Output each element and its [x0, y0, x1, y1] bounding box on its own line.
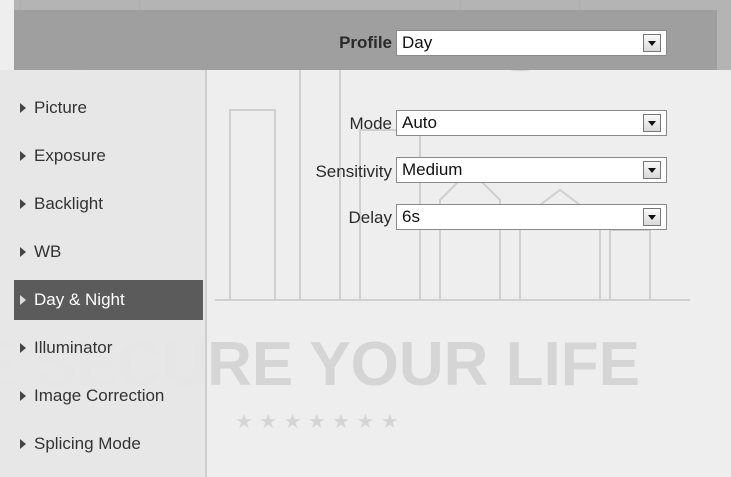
sidebar-item-label: Picture: [34, 98, 87, 117]
sidebar-item-label: WB: [34, 242, 62, 261]
chevron-down-icon[interactable]: [643, 208, 661, 226]
sidebar-item-label: Splicing Mode: [34, 434, 141, 453]
caret-right-icon: [20, 439, 26, 449]
caret-right-icon: [20, 247, 26, 257]
chevron-down-icon[interactable]: [643, 34, 661, 52]
sidebar-item[interactable]: Splicing Mode: [14, 424, 203, 464]
sidebar-item-label: Image Correction: [34, 386, 165, 405]
watermark-stars: ★ ★ ★ ★ ★ ★ ★: [235, 409, 399, 433]
sidebar-item[interactable]: WB: [14, 232, 203, 272]
profile-label: Profile: [339, 33, 392, 52]
mode-value: Auto: [402, 113, 437, 132]
chevron-down-icon[interactable]: [643, 161, 661, 179]
sidebar-item[interactable]: Illuminator: [14, 328, 203, 368]
caret-right-icon: [20, 343, 26, 353]
caret-right-icon: [20, 103, 26, 113]
sidebar-item-label: Backlight: [34, 194, 103, 213]
sidebar-item[interactable]: Backlight: [14, 184, 203, 224]
sidebar-item[interactable]: Exposure: [14, 136, 203, 176]
profile-select[interactable]: Day: [396, 30, 667, 56]
delay-label: Delay: [348, 208, 392, 227]
sensitivity-value: Medium: [402, 160, 463, 179]
sensitivity-label: Sensitivity: [315, 162, 392, 181]
caret-right-icon: [20, 295, 26, 305]
delay-select[interactable]: 6s: [396, 204, 667, 230]
chevron-down-icon[interactable]: [643, 114, 661, 132]
delay-value: 6s: [402, 207, 420, 226]
sidebar-item[interactable]: Day & Night: [14, 280, 203, 320]
caret-right-icon: [20, 391, 26, 401]
sidebar-item[interactable]: Image Correction: [14, 376, 203, 416]
caret-right-icon: [20, 199, 26, 209]
sidebar-item[interactable]: Picture: [14, 88, 203, 128]
sidebar-item-label: Illuminator: [34, 338, 113, 357]
profile-value: Day: [402, 33, 433, 52]
mode-select[interactable]: Auto: [396, 110, 667, 136]
mode-label: Mode: [349, 114, 392, 133]
sidebar-item-label: Exposure: [34, 146, 106, 165]
sensitivity-select[interactable]: Medium: [396, 157, 667, 183]
sidebar-item-label: Day & Night: [34, 290, 125, 309]
caret-right-icon: [20, 151, 26, 161]
